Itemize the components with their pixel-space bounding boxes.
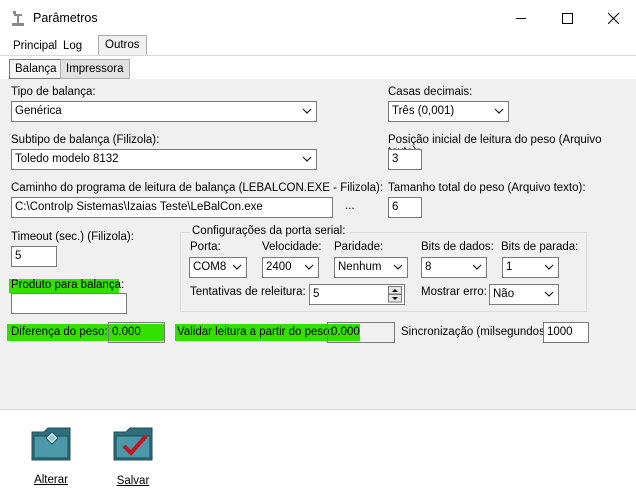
salvar-button[interactable]: Salvar — [104, 418, 162, 488]
tamanho-input[interactable]: 6 — [388, 197, 422, 218]
caminho-label: Caminho do programa de leitura de balanç… — [11, 182, 384, 194]
validar-input[interactable]: 0.000 — [327, 322, 395, 343]
subtipo-label: Subtipo de balança (Filizola): — [11, 134, 160, 146]
close-button[interactable] — [590, 0, 636, 36]
app-icon — [12, 11, 24, 26]
posicao-label: Posição inicial de leitura do peso (Arqu… — [388, 134, 602, 158]
mostrar-erro-select[interactable]: Não — [489, 284, 559, 305]
timeout-label: Timeout (sec.) (Filizola): — [11, 231, 134, 243]
velocidade-label: Velocidade: — [262, 241, 322, 253]
serial-group-title: Configurações da porta serial: — [190, 225, 348, 237]
alterar-button[interactable]: Alterar — [22, 418, 80, 488]
tentativas-label: Tentativas de releitura: — [190, 286, 306, 298]
subtipo-value: Toledo modelo 8132 — [15, 153, 119, 165]
chevron-down-icon — [232, 264, 242, 270]
chevron-down-icon — [393, 264, 403, 270]
maximize-button[interactable] — [544, 0, 590, 36]
casas-value: Três (0,001) — [392, 105, 455, 117]
tamanho-label: Tamanho total do peso (Arquivo texto): — [388, 182, 586, 194]
tipo-value: Genérica — [15, 105, 62, 117]
bits-parada-select[interactable]: 1 — [502, 257, 559, 278]
caminho-input[interactable]: C:\Controlp Sistemas\Izaias Teste\LeBalC… — [11, 197, 333, 218]
spinner-icon[interactable] — [388, 286, 402, 303]
alterar-label: Alterar — [34, 474, 68, 486]
sincronizacao-label: Sincronização (milsegundos): — [401, 326, 552, 338]
tab-divider — [0, 55, 636, 56]
posicao-input[interactable]: 3 — [388, 149, 422, 170]
velocidade-select[interactable]: 2400 — [262, 257, 319, 278]
chevron-down-icon — [544, 291, 554, 297]
bits-dados-value: 8 — [425, 261, 432, 273]
tab-outros[interactable]: Outros — [98, 35, 147, 55]
paridade-select[interactable]: Nenhum — [334, 257, 408, 278]
sincronizacao-input[interactable]: 1000 — [543, 322, 589, 343]
folder-check-icon — [113, 427, 153, 461]
paridade-value: Nenhum — [338, 261, 382, 273]
subtab-balanca[interactable]: Balança — [9, 59, 63, 79]
toolbar — [0, 410, 636, 489]
minimize-icon — [515, 17, 526, 19]
velocidade-value: 2400 — [266, 261, 292, 273]
diferenca-input[interactable]: 0.000 — [108, 322, 165, 343]
mostrar-erro-value: Não — [493, 288, 515, 300]
validar-label: Validar leitura a partir do peso: — [177, 326, 333, 338]
chevron-down-icon — [494, 108, 504, 114]
bits-parada-label: Bits de parada: — [501, 241, 579, 253]
browse-button[interactable]: ... — [345, 200, 355, 212]
tentativas-value: 5 — [313, 288, 320, 300]
chevron-down-icon — [472, 264, 482, 270]
diferenca-label: Diferença do peso: — [11, 326, 108, 338]
subtipo-select[interactable]: Toledo modelo 8132 — [11, 149, 317, 170]
tab-log[interactable]: Log — [56, 36, 89, 54]
maximize-icon — [561, 12, 573, 24]
minimize-button[interactable] — [498, 0, 544, 36]
produto-input[interactable] — [11, 293, 127, 314]
produto-label: Produto para balança: — [11, 279, 125, 291]
tipo-label: Tipo de balança: — [11, 86, 96, 98]
bits-parada-value: 1 — [506, 261, 513, 273]
porta-value: COM8 — [193, 261, 227, 273]
bits-dados-select[interactable]: 8 — [421, 257, 487, 278]
timeout-input[interactable]: 5 — [11, 246, 57, 267]
chevron-down-icon — [302, 156, 312, 162]
subtab-impressora[interactable]: Impressora — [60, 59, 130, 79]
mostrar-erro-label: Mostrar erro: — [421, 286, 487, 298]
porta-label: Porta: — [190, 241, 221, 253]
chevron-down-icon — [302, 108, 312, 114]
tipo-select[interactable]: Genérica — [11, 101, 317, 122]
close-icon — [607, 12, 619, 24]
bits-dados-label: Bits de dados: — [421, 241, 494, 253]
porta-select[interactable]: COM8 — [189, 257, 247, 278]
salvar-label: Salvar — [116, 475, 150, 487]
paridade-label: Paridade: — [334, 241, 384, 253]
casas-select[interactable]: Três (0,001) — [388, 101, 509, 122]
folder-edit-icon — [31, 427, 71, 461]
chevron-down-icon — [304, 264, 314, 270]
tentativas-stepper[interactable]: 5 — [309, 284, 405, 305]
chevron-down-icon — [544, 264, 554, 270]
casas-label: Casas decimais: — [388, 86, 473, 98]
window-title: Parâmetros — [33, 11, 98, 25]
